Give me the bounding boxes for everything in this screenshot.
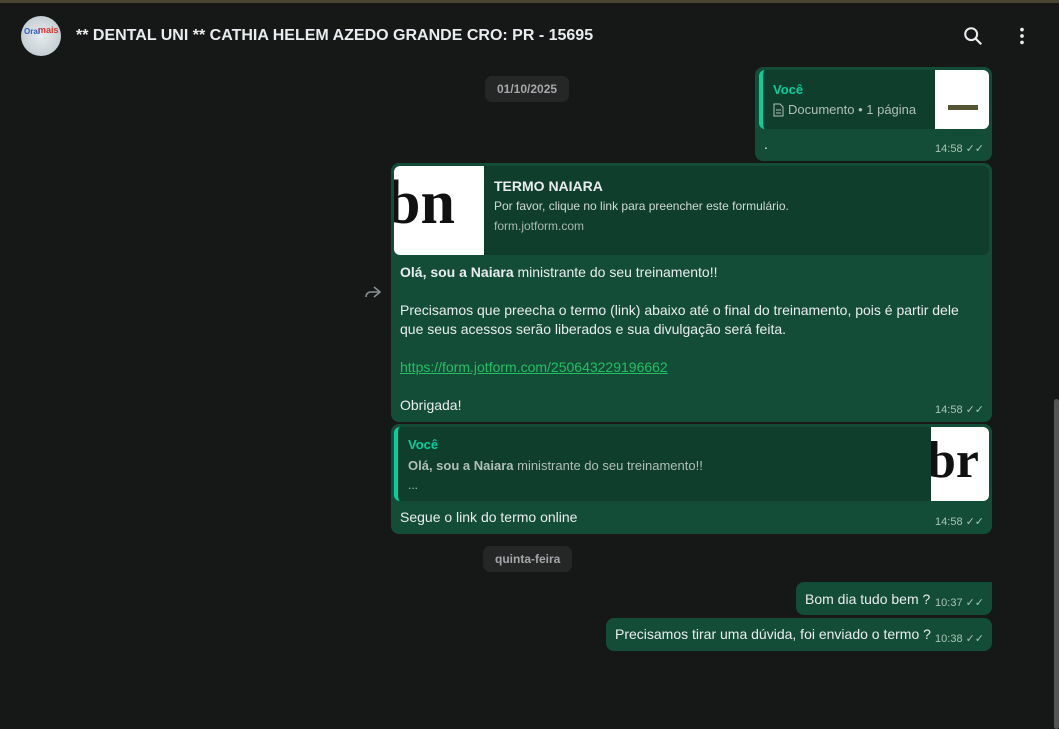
scrollbar[interactable]	[1054, 399, 1059, 729]
document-icon	[773, 103, 784, 116]
message-text-bold: Olá, sou a Naiara	[400, 264, 514, 280]
quote-sender: Você	[773, 82, 804, 97]
message-bubble-reply[interactable]: Você Olá, sou a Naiara ministrante do se…	[391, 424, 992, 534]
link-preview-title: TERMO NAIARA	[494, 178, 603, 194]
contact-avatar[interactable]: Oral mais	[21, 16, 61, 56]
document-label: Documento • 1 página	[788, 102, 917, 117]
quote-ellipsis: ...	[408, 478, 419, 492]
quoted-message[interactable]: Você Olá, sou a Naiara ministrante do se…	[394, 427, 989, 501]
double-check-icon: ✓✓	[965, 597, 984, 609]
message-link[interactable]: https://form.jotform.com/250643229196662	[400, 359, 668, 375]
double-check-icon: ✓✓	[965, 516, 984, 528]
message-bubble-text[interactable]: Bom dia tudo bem ? 10:37 ✓✓	[796, 582, 992, 615]
double-check-icon: ✓✓	[965, 404, 984, 416]
message-bubble-link[interactable]: bn TERMO NAIARA Por favor, clique no lin…	[391, 163, 992, 422]
chat-header[interactable]: Oral mais ** DENTAL UNI ** CATHIA HELEM A…	[0, 3, 1059, 64]
quote-sender: Você	[408, 437, 439, 452]
message-time: 14:58 ✓✓	[935, 515, 984, 529]
date-separator: 01/10/2025	[485, 76, 570, 102]
link-preview-description: Por favor, clique no link para preencher…	[494, 199, 789, 213]
link-preview-domain: form.jotform.com	[494, 219, 585, 233]
link-preview-image: bn	[394, 166, 484, 255]
message-text: Obrigada!	[400, 397, 462, 413]
contact-name[interactable]: ** DENTAL UNI ** CATHIA HELEM AZEDO GRAN…	[76, 27, 593, 45]
message-bubble-text[interactable]: Precisamos tirar uma dúvida, foi enviado…	[606, 618, 992, 651]
message-text: Precisamos que preecha o termo (link) ab…	[400, 302, 959, 337]
message-time: 10:37 ✓✓	[935, 596, 984, 610]
search-icon[interactable]	[962, 25, 984, 47]
quote-text: ministrante do seu treinamento!!	[513, 458, 703, 473]
link-preview[interactable]: bn TERMO NAIARA Por favor, clique no lin…	[394, 166, 989, 255]
avatar-logo-text-2: mais	[38, 25, 59, 35]
message-text: Bom dia tudo bem ?	[805, 591, 931, 607]
message-bubble-document[interactable]: Você Documento • 1 página . 14:58 ✓✓	[755, 67, 992, 161]
message-time: 14:58 ✓✓	[935, 142, 984, 156]
quote-text-bold: Olá, sou a Naiara	[408, 458, 514, 473]
document-attachment[interactable]: Você Documento • 1 página	[759, 70, 989, 129]
message-text: Segue o link do termo online	[400, 509, 578, 525]
message-text: Precisamos tirar uma dúvida, foi enviado…	[615, 626, 931, 642]
date-separator: quinta-feira	[483, 546, 573, 572]
double-check-icon: ✓✓	[965, 143, 984, 155]
forward-icon[interactable]	[364, 285, 382, 299]
message-text: ministrante do seu treinamento!!	[513, 264, 718, 280]
double-check-icon: ✓✓	[965, 633, 984, 645]
document-thumbnail	[935, 70, 989, 129]
menu-icon[interactable]	[1011, 25, 1033, 47]
quote-thumbnail: br	[931, 427, 989, 501]
message-time: 14:58 ✓✓	[935, 403, 984, 417]
message-time: 10:38 ✓✓	[935, 632, 984, 646]
message-text: .	[764, 136, 768, 152]
